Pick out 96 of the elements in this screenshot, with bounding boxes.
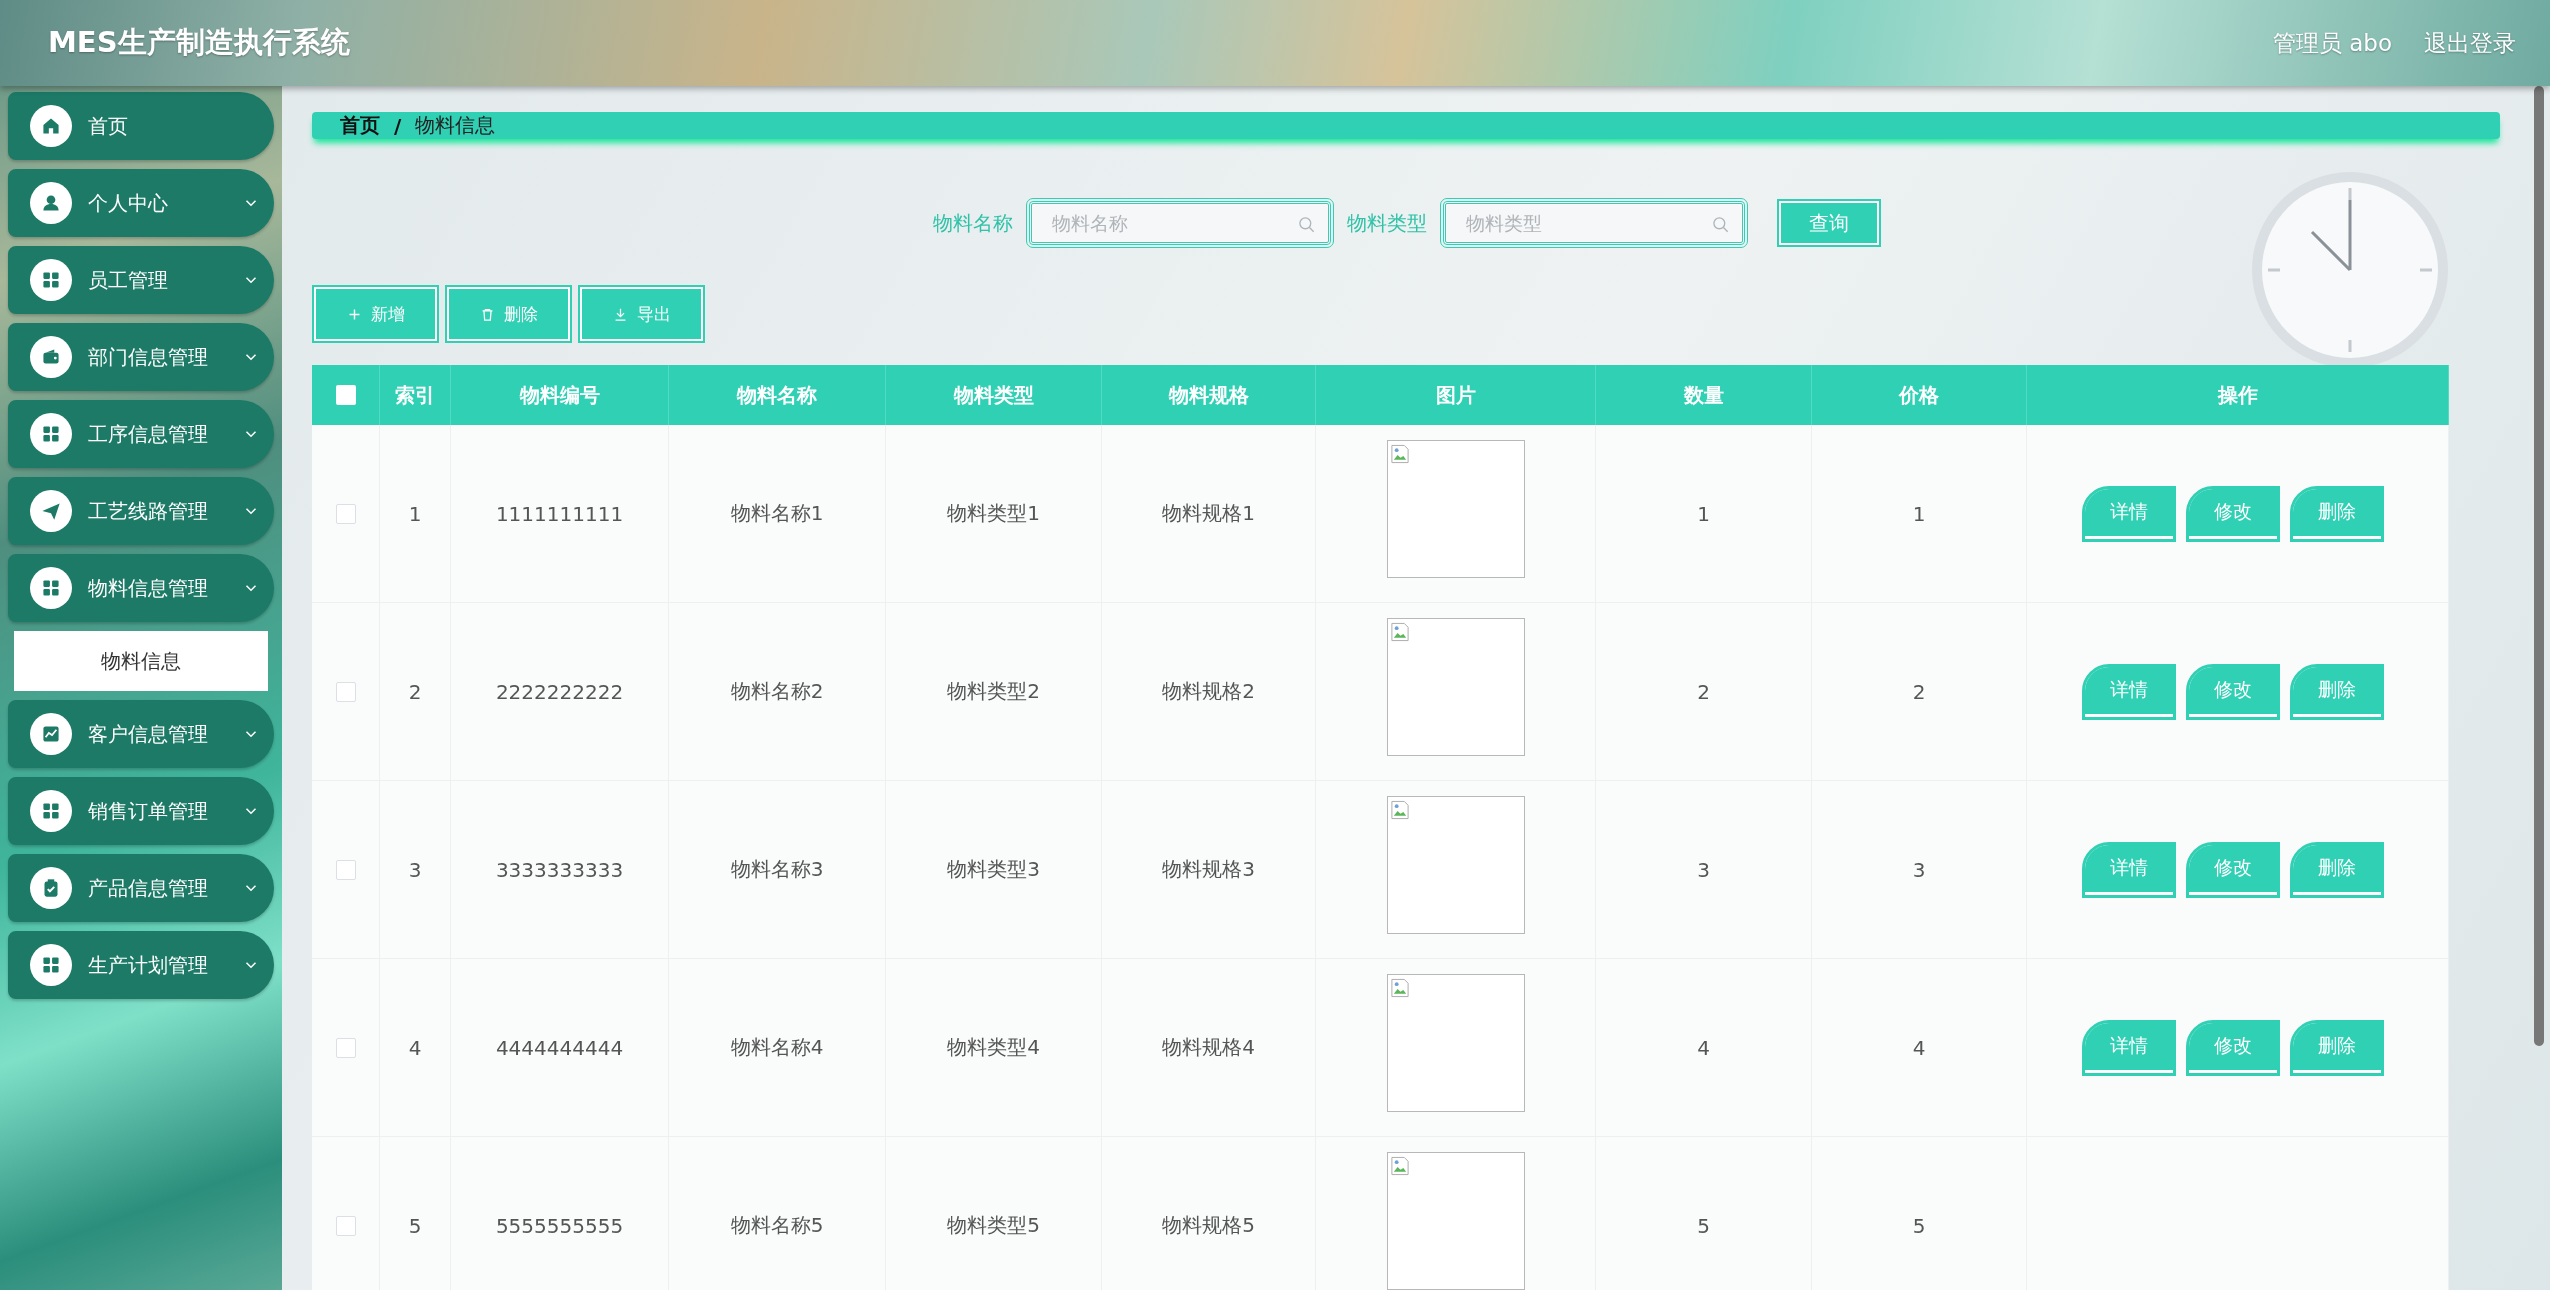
select-all-checkbox[interactable] bbox=[335, 385, 356, 405]
app-title: MES生产制造执行系统 bbox=[48, 24, 350, 61]
delete-button[interactable]: 删除 bbox=[2292, 488, 2381, 539]
search-icon bbox=[1297, 215, 1317, 235]
sidebar-item[interactable]: 部门信息管理 bbox=[8, 323, 274, 391]
table-cell: 3 bbox=[1912, 857, 1926, 882]
table-cell: 物料规格1 bbox=[1162, 500, 1255, 527]
details-button[interactable]: 详情 bbox=[2084, 1022, 2173, 1073]
sidebar-item[interactable]: 工艺线路管理 bbox=[8, 477, 274, 545]
column-header: 图片 bbox=[1435, 381, 1476, 409]
search-button[interactable]: 查询 bbox=[1779, 201, 1879, 245]
table-cell: 3333333333 bbox=[495, 857, 624, 882]
column-header: 物料名称 bbox=[737, 381, 817, 409]
column-header: 价格 bbox=[1899, 381, 1939, 409]
table-cell: 5 bbox=[408, 1213, 422, 1238]
table-cell: 物料名称1 bbox=[730, 500, 824, 527]
row-checkbox[interactable] bbox=[335, 681, 356, 702]
sidebar-item[interactable]: 客户信息管理 bbox=[8, 700, 274, 768]
broken-image-icon bbox=[1389, 1155, 1410, 1177]
details-button[interactable]: 详情 bbox=[2084, 844, 2173, 895]
table-cell: 4 bbox=[1912, 1035, 1926, 1060]
edit-button[interactable]: 修改 bbox=[2188, 666, 2277, 717]
edit-button[interactable]: 修改 bbox=[2188, 488, 2277, 539]
details-button[interactable]: 详情 bbox=[2084, 488, 2173, 539]
table-cell: 3 bbox=[408, 857, 422, 882]
table-cell: 1111111111 bbox=[495, 501, 624, 526]
table-cell: 物料类型4 bbox=[947, 1034, 1040, 1061]
export-button[interactable]: 导出 bbox=[580, 287, 703, 341]
table-cell: 4 bbox=[408, 1035, 422, 1060]
table-cell: 5 bbox=[1697, 1213, 1710, 1238]
sidebar-item[interactable]: 工序信息管理 bbox=[8, 400, 274, 468]
row-checkbox[interactable] bbox=[335, 1037, 356, 1058]
delete-button[interactable]: 删除 bbox=[2292, 666, 2381, 717]
column-header: 物料规格 bbox=[1168, 381, 1249, 409]
table-cell: 5555555555 bbox=[495, 1213, 624, 1238]
column-header: 物料类型 bbox=[953, 381, 1034, 409]
delete-button[interactable]: 删除 bbox=[2292, 844, 2381, 895]
table-cell: 物料名称4 bbox=[730, 1034, 824, 1061]
table-cell: 3 bbox=[1697, 857, 1710, 882]
breadcrumb-separator: / bbox=[394, 113, 402, 138]
submenu-item[interactable]: 物料信息 bbox=[14, 631, 268, 691]
table-cell: 2 bbox=[408, 679, 422, 704]
user-label: 管理员 abo bbox=[2272, 28, 2392, 58]
table-cell: 物料类型1 bbox=[947, 500, 1040, 527]
edit-button[interactable]: 修改 bbox=[2188, 1022, 2277, 1073]
table-cell: 1 bbox=[408, 501, 422, 526]
column-header: 物料编号 bbox=[519, 381, 600, 409]
search-icon bbox=[1711, 215, 1731, 235]
table-cell: 2222222222 bbox=[495, 679, 624, 704]
delete-button[interactable]: 删除 bbox=[447, 287, 570, 341]
scrollbar[interactable] bbox=[2534, 86, 2544, 1046]
table-cell: 物料名称2 bbox=[730, 678, 824, 705]
search-field[interactable]: 物料类型 bbox=[1443, 201, 1745, 245]
broken-image-icon bbox=[1389, 799, 1410, 821]
broken-image-icon bbox=[1389, 621, 1410, 643]
row-checkbox[interactable] bbox=[335, 1215, 356, 1236]
sidebar-item[interactable]: 员工管理 bbox=[8, 246, 274, 314]
row-checkbox[interactable] bbox=[335, 503, 356, 524]
sidebar-item[interactable]: 生产计划管理 bbox=[8, 931, 274, 999]
column-header: 数量 bbox=[1683, 381, 1724, 409]
row-checkbox[interactable] bbox=[335, 859, 356, 880]
breadcrumb-link[interactable]: 首页 bbox=[340, 112, 380, 139]
broken-image-icon bbox=[1389, 977, 1410, 999]
table-cell: 物料名称3 bbox=[730, 856, 824, 883]
sidebar-item[interactable]: 产品信息管理 bbox=[8, 854, 274, 922]
column-header: 操作 bbox=[2217, 381, 2258, 409]
table-cell: 物料规格5 bbox=[1162, 1212, 1255, 1239]
breadcrumb-current: 物料信息 bbox=[415, 112, 496, 139]
table-cell: 物料规格3 bbox=[1162, 856, 1255, 883]
add-button[interactable]: 新增 bbox=[314, 287, 437, 341]
table-cell: 1 bbox=[1697, 501, 1710, 526]
logout-link[interactable]: 退出登录 bbox=[2424, 27, 2516, 59]
broken-image-icon bbox=[1389, 443, 1410, 465]
sidebar-item[interactable]: 物料信息管理 bbox=[8, 554, 274, 622]
table-cell: 物料类型5 bbox=[947, 1212, 1040, 1239]
column-header: 索引 bbox=[395, 381, 435, 409]
sidebar-item[interactable]: 销售订单管理 bbox=[8, 777, 274, 845]
delete-button[interactable]: 删除 bbox=[2292, 1022, 2381, 1073]
details-button[interactable]: 详情 bbox=[2084, 666, 2173, 717]
search-label: 物料名称 bbox=[933, 209, 1013, 237]
table-cell: 物料类型2 bbox=[947, 678, 1040, 705]
search-field[interactable]: 物料名称 bbox=[1029, 201, 1331, 245]
sidebar-item[interactable]: 首页 bbox=[8, 92, 274, 160]
edit-button[interactable]: 修改 bbox=[2188, 844, 2277, 895]
table-cell: 2 bbox=[1697, 679, 1710, 704]
table-cell: 1 bbox=[1912, 501, 1926, 526]
table-cell: 4444444444 bbox=[495, 1035, 624, 1060]
table-cell: 物料名称5 bbox=[730, 1212, 824, 1239]
table-cell: 物料类型3 bbox=[947, 856, 1040, 883]
table-cell: 5 bbox=[1912, 1213, 1926, 1238]
sidebar-item[interactable]: 个人中心 bbox=[8, 169, 274, 237]
table-cell: 2 bbox=[1912, 679, 1926, 704]
table-cell: 物料规格2 bbox=[1162, 678, 1255, 705]
table-cell: 4 bbox=[1697, 1035, 1710, 1060]
table-cell: 物料规格4 bbox=[1162, 1034, 1255, 1061]
search-label: 物料类型 bbox=[1347, 209, 1427, 237]
